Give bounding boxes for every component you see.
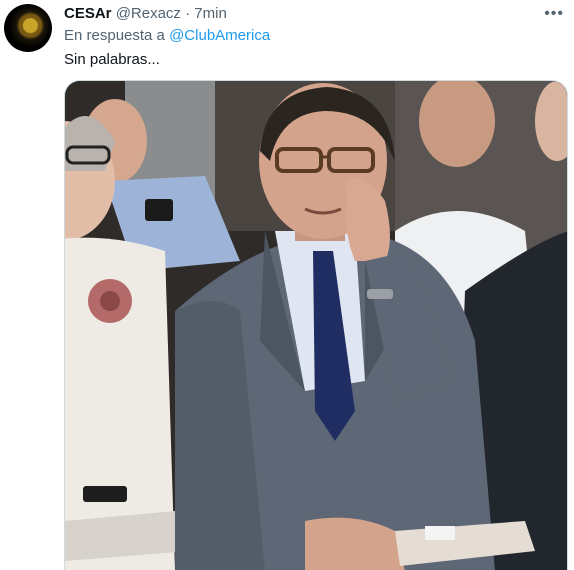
handle[interactable]: @Rexacz	[116, 5, 181, 22]
tweet-text: Sin palabras...	[64, 51, 160, 68]
reply-context: En respuesta a @ClubAmerica	[64, 26, 270, 46]
photo-illustration	[65, 81, 567, 570]
reply-mention-link[interactable]: @ClubAmerica	[169, 27, 270, 44]
tweet-header: CESAr @Rexacz · 7min	[64, 4, 227, 24]
tweet-photo[interactable]	[64, 80, 568, 570]
separator: ·	[185, 5, 191, 22]
more-dots-icon[interactable]: •••	[544, 6, 564, 22]
avatar[interactable]	[4, 4, 52, 52]
display-name[interactable]: CESAr	[64, 5, 112, 22]
timestamp[interactable]: 7min	[194, 5, 227, 22]
tweet[interactable]: CESAr @Rexacz · 7min ••• En respuesta a …	[0, 0, 574, 570]
reply-prefix: En respuesta a	[64, 27, 165, 44]
